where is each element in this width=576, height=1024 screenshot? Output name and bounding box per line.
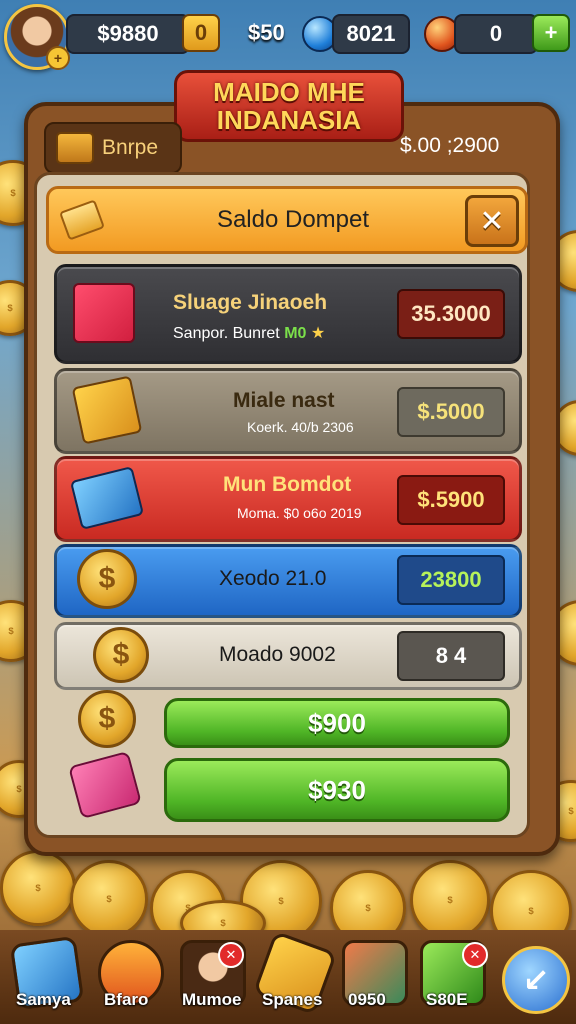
row-subtitle: Moma. $0 o6o 2019 [237,505,362,521]
buy-button-large[interactable]: $930 [164,758,510,822]
red-wallet-icon [73,283,135,343]
row-subtitle: Sanpor. Bunret M0 ★ [173,323,325,343]
wallet-header-title: Saldo Dompet [216,206,370,233]
coin-shop-label: 0 [194,20,208,45]
panel-tab[interactable]: Bnrpe [44,122,182,174]
title-line-2: INDANASIA [216,105,362,135]
nav-label: Mumoe [182,990,242,1009]
wallet-row[interactable]: $ Xeodo 21.0 23800 [54,544,522,618]
notification-badge: ✕ [218,942,244,968]
game-title-banner: MAIDO MHE INDANASIA [174,70,404,142]
row-name: Mun Bomdot [223,473,352,496]
title-line-1: MAIDO MHE [213,77,365,107]
wallet-header: Saldo Dompet ✕ [46,186,528,254]
close-button[interactable]: ✕ [465,195,519,247]
add-button[interactable]: + [532,14,570,52]
row-name: Moado 9002 [219,643,336,666]
row-value-text: 35.3000 [411,301,491,326]
cash-amount: $50 [248,20,285,45]
wallet-icon [59,199,105,241]
nav-label: S80E [426,990,468,1009]
row-value: $.5000 [397,387,505,437]
row-value-text: $.5900 [417,487,485,512]
star-icon: ★ [310,325,326,342]
row-subtitle-text: Sanpor. Bunret [173,325,280,342]
blue-cash-icon [69,466,145,530]
wallet-row[interactable]: Sluage Jinaoeh Sanpor. Bunret M0 ★ 35.30… [54,264,522,364]
wallet-row[interactable]: Mun Bomdot Moma. $0 o6o 2019 $.5900 [54,456,522,542]
energy-balance-text: 0 [489,21,503,46]
row-value-text: 8 4 [435,643,467,668]
coin-icon: $ [77,549,137,609]
coin-icon: $ [78,690,136,748]
coin-balance-text: $9880 [97,21,159,46]
buy-button-label: $900 [308,707,366,738]
nav-arrow-button[interactable]: ↙ [502,946,570,1014]
close-icon: ✕ [479,204,505,238]
panel-balance: $.00 ;2900 [400,134,500,157]
add-plus-icon: + [544,20,558,45]
energy-balance: 0 [454,14,538,54]
coin-shop-button[interactable]: 0 [182,14,220,52]
gold-wallet-icon [71,375,143,445]
row-name: Xeodo 21.0 [219,567,327,590]
notification-badge: ✕ [462,942,488,968]
gem-balance-text: 8021 [346,21,396,46]
nav-label: 0950 [348,990,386,1009]
row-value-text: $.5000 [417,399,485,424]
nav-label: Bfaro [104,990,149,1009]
gem-balance: 8021 [332,14,410,54]
row-subtitle-badge: M0 [284,325,307,342]
buy-button-large-label: $930 [308,774,366,805]
row-value: 23800 [397,555,505,605]
wallet-row[interactable]: $ Moado 9002 8 4 [54,622,522,690]
buy-button[interactable]: $900 [164,698,510,748]
coin-stack-icon: $ [93,627,149,683]
coin-balance: $9880 [66,14,190,54]
nav-label: Samya [16,990,71,1009]
panel-tab-label: Bnrpe [102,136,159,159]
row-value: 35.3000 [397,289,505,339]
arrow-icon: ↙ [522,962,550,998]
row-subtitle: Koerk. 40/b 2306 [247,419,354,435]
top-bar: + $9880 0 $50 8021 0 + [0,0,576,72]
row-value-text: 23800 [420,567,482,592]
row-value: 8 4 [397,631,505,681]
nav-label: Spanes [262,990,323,1009]
wallet-row[interactable]: Miale nast Koerk. 40/b 2306 $.5000 [54,368,522,454]
row-name: Sluage Jinaoeh [173,291,328,314]
chest-icon [56,132,94,164]
row-value: $.5900 [397,475,505,525]
row-name: Miale nast [233,389,335,412]
